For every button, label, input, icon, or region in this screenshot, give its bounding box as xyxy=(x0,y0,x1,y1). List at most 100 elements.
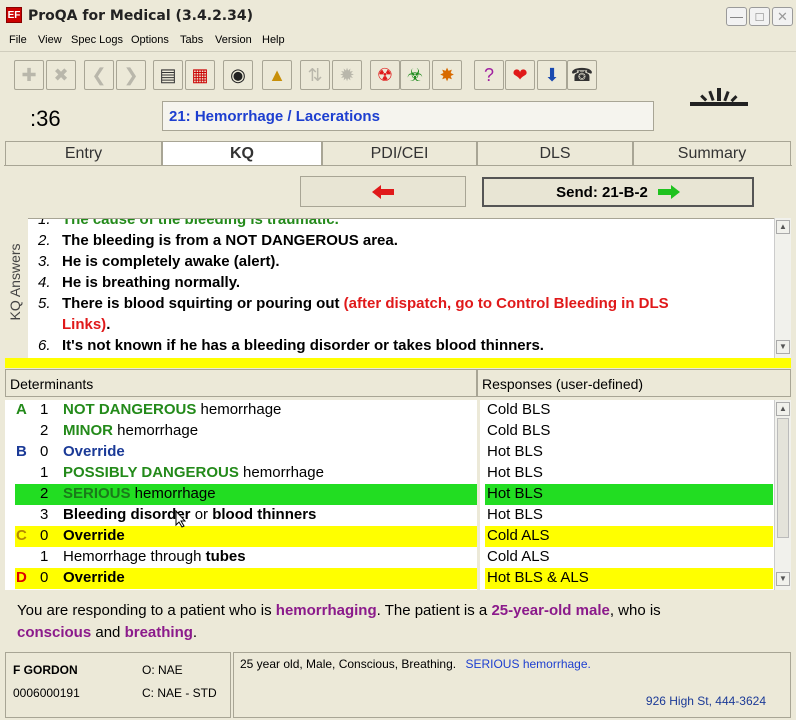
response-cell-selected[interactable]: Hot BLS xyxy=(485,484,773,505)
response-cell[interactable]: Hot BLS xyxy=(485,505,773,526)
determinant-key: MINOR xyxy=(63,422,113,439)
heart-icon[interactable]: ❤ xyxy=(505,60,535,90)
narrative-text: , who is xyxy=(609,602,661,619)
scroll-up-icon[interactable]: ▲ xyxy=(776,220,790,234)
scroll-down-icon[interactable]: ▼ xyxy=(776,572,790,586)
determinant-level: A xyxy=(16,401,27,418)
maximize-button[interactable]: □ xyxy=(749,7,770,26)
transfer-icon[interactable]: ⇅ xyxy=(300,60,330,90)
responses-list: Cold BLS Cold BLS Hot BLS Hot BLS Hot BL… xyxy=(480,400,774,590)
torch-icon[interactable]: ▲ xyxy=(262,60,292,90)
send-label: Send: 21-B-2 xyxy=(556,183,648,201)
determinant-key: Override xyxy=(63,569,125,586)
determinant-text: hemorrhage xyxy=(196,401,282,418)
kq-answer-note-link[interactable]: Links) xyxy=(62,316,106,333)
tab-pdi-cei[interactable]: PDI/CEI xyxy=(322,141,477,165)
kq-answer-5[interactable]: 5. There is blood squirting or pouring o… xyxy=(28,293,774,335)
menu-help[interactable]: Help xyxy=(262,34,285,46)
logo-icon xyxy=(690,88,748,106)
kq-answer-tail: . xyxy=(106,316,111,333)
determinant-key: POSSIBLY DANGEROUS xyxy=(63,464,239,481)
determinant-row[interactable]: A 1 NOT DANGEROUS hemorrhage xyxy=(15,400,477,421)
hazmat-icon[interactable]: ✸ xyxy=(432,60,462,90)
help-icon[interactable]: ? xyxy=(474,60,504,90)
determinant-row[interactable]: 2 MINOR hemorrhage xyxy=(15,421,477,442)
kq-scrollbar[interactable]: ▲ ▼ xyxy=(774,218,791,358)
determinant-text: hemorrhage xyxy=(238,464,324,481)
document-icon[interactable]: ▤ xyxy=(153,60,183,90)
menu-file[interactable]: File xyxy=(9,34,27,46)
tab-entry[interactable]: Entry xyxy=(5,141,162,165)
dispatch-narrative: You are responding to a patient who is h… xyxy=(5,594,791,648)
scroll-up-icon[interactable]: ▲ xyxy=(776,402,790,416)
minimize-button[interactable]: — xyxy=(726,7,747,26)
determinant-row[interactable]: 1 Hemorrhage through tubes xyxy=(15,547,477,568)
determinant-key: Bleeding disorder xyxy=(63,506,191,523)
red-document-icon[interactable]: ▦ xyxy=(185,60,215,90)
menu-view[interactable]: View xyxy=(38,34,62,46)
settings-icon[interactable]: ✹ xyxy=(332,60,362,90)
tab-divider xyxy=(4,165,792,166)
tab-summary[interactable]: Summary xyxy=(633,141,791,165)
transfer-down-icon[interactable]: ⬇ xyxy=(537,60,567,90)
response-cell[interactable]: Hot BLS xyxy=(485,442,773,463)
scroll-down-icon[interactable]: ▼ xyxy=(776,340,790,354)
back-circle-icon[interactable]: ❮ xyxy=(84,60,114,90)
scroll-thumb[interactable] xyxy=(777,418,789,538)
response-cell[interactable]: Cold ALS xyxy=(485,526,773,547)
cancel-icon[interactable]: ✖ xyxy=(46,60,76,90)
response-cell[interactable]: Cold BLS xyxy=(485,421,773,442)
determinant-number: 0 xyxy=(40,569,49,586)
app-icon: EF xyxy=(6,7,22,23)
determinant-key: tubes xyxy=(205,548,246,565)
menu-version[interactable]: Version xyxy=(215,34,252,46)
determinant-level: D xyxy=(16,569,27,586)
determinants-scrollbar[interactable]: ▲ ▼ xyxy=(774,400,791,590)
response-cell[interactable]: Cold ALS xyxy=(485,547,773,568)
determinant-number: 1 xyxy=(40,548,49,565)
menu-spec-logs[interactable]: Spec Logs xyxy=(71,34,123,46)
target-icon[interactable]: ◉ xyxy=(223,60,253,90)
narrative-text: You are responding to a patient who is xyxy=(17,602,276,619)
determinant-text: hemorrhage xyxy=(113,422,199,439)
response-cell[interactable]: Hot BLS xyxy=(485,463,773,484)
tab-dls[interactable]: DLS xyxy=(477,141,633,165)
kq-answer-number: 2. xyxy=(38,232,51,249)
menu-tabs[interactable]: Tabs xyxy=(180,34,203,46)
title-bar[interactable]: EF ProQA for Medical (3.4.2.34) — □ ✕ xyxy=(0,0,796,32)
determinant-row[interactable]: 3 Bleeding disorder or blood thinners xyxy=(15,505,477,526)
window-title: ProQA for Medical (3.4.2.34) xyxy=(28,8,254,24)
determinant-number: 3 xyxy=(40,506,49,523)
determinant-row[interactable]: D 0 Override xyxy=(15,568,477,589)
forward-circle-icon[interactable]: ❯ xyxy=(116,60,146,90)
response-cell[interactable]: Hot BLS & ALS xyxy=(485,568,773,589)
radiation-icon[interactable]: ☢ xyxy=(370,60,400,90)
determinant-number: 0 xyxy=(40,443,49,460)
determinant-row-selected[interactable]: 2 SERIOUS hemorrhage xyxy=(15,484,477,505)
determinants-header: Determinants xyxy=(5,369,477,397)
add-icon[interactable]: ✚ xyxy=(14,60,44,90)
back-button[interactable] xyxy=(300,176,466,207)
close-button[interactable]: ✕ xyxy=(772,7,793,26)
determinant-row[interactable]: 1 POSSIBLY DANGEROUS hemorrhage xyxy=(15,463,477,484)
send-button[interactable]: Send: 21-B-2 xyxy=(482,177,754,207)
biohazard-icon[interactable]: ☣ xyxy=(400,60,430,90)
kq-answer-text: It's not known if he has a bleeding diso… xyxy=(62,337,544,354)
mouse-cursor-icon xyxy=(175,510,187,528)
protocol-title: 21: Hemorrhage / Lacerations xyxy=(162,101,654,131)
response-cell[interactable]: Cold BLS xyxy=(485,400,773,421)
address: 926 High St, 444-3624 xyxy=(645,694,766,708)
kq-answer-text-block: There is blood squirting or pouring out … xyxy=(62,293,762,335)
tab-kq[interactable]: KQ xyxy=(162,141,322,166)
determinant-key: Override xyxy=(63,443,125,460)
narrative-text: and xyxy=(91,624,125,641)
kq-answer-text: He is completely awake (alert). xyxy=(62,253,280,270)
determinant-row[interactable]: C 0 Override xyxy=(15,526,477,547)
status-panel-left: F GORDON 0006000191 O: NAE C: NAE - STD xyxy=(5,652,231,718)
phone-icon[interactable]: ☎ xyxy=(567,60,597,90)
determinant-row[interactable]: B 0 Override xyxy=(15,442,477,463)
user-name: F GORDON xyxy=(13,663,78,677)
kq-answer-number: 1. xyxy=(38,218,51,228)
narrative-key: breathing xyxy=(124,624,193,641)
menu-options[interactable]: Options xyxy=(131,34,169,46)
